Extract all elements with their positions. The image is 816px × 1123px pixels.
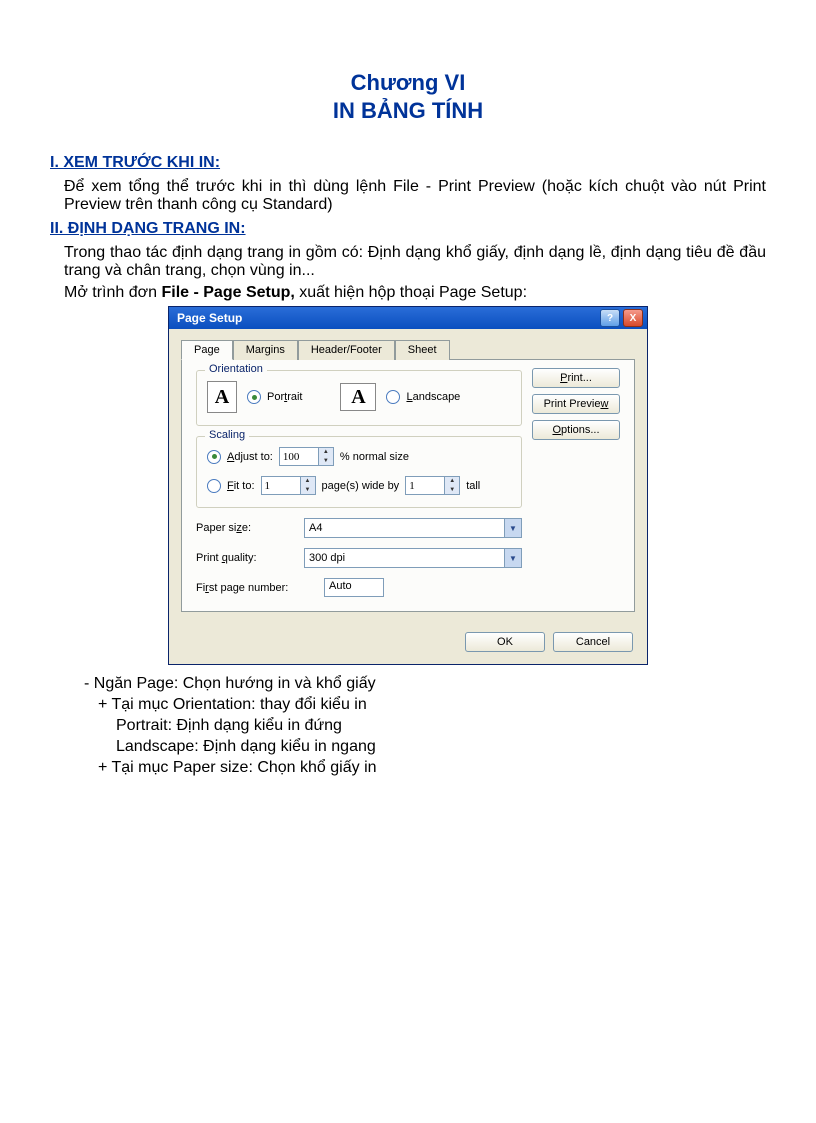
fit-wide-spinner[interactable]: ▲▼ — [261, 476, 316, 495]
tab-sheet[interactable]: Sheet — [395, 340, 450, 360]
fit-suffix: tall — [466, 480, 480, 492]
print-quality-combo[interactable]: 300 dpi ▼ — [304, 548, 522, 568]
chapter-label: Chương VI — [50, 70, 766, 96]
scaling-group: Scaling Adjust to: ▲▼ % normal size — [196, 436, 522, 508]
orientation-group: Orientation A Portrait A — [196, 370, 522, 426]
section-1-body: Để xem tổng thể trước khi in thì dùng lệ… — [50, 178, 766, 214]
adjust-suffix: % normal size — [340, 451, 409, 463]
chevron-up-icon[interactable]: ▲ — [301, 477, 315, 486]
portrait-label: Portrait — [267, 391, 302, 403]
page-title: IN BẢNG TÍNH — [50, 98, 766, 124]
adjust-spinner[interactable]: ▲▼ — [279, 447, 334, 466]
orientation-legend: Orientation — [205, 363, 267, 375]
print-quality-value: 300 dpi — [305, 552, 504, 564]
bullet-4: Landscape: Định dạng kiểu in ngang — [50, 738, 766, 756]
first-page-input[interactable]: Auto — [324, 578, 384, 597]
fit-mid-label: page(s) wide by — [322, 480, 400, 492]
landscape-icon: A — [340, 383, 376, 411]
close-icon[interactable]: X — [623, 309, 643, 327]
chevron-down-icon[interactable]: ▼ — [504, 519, 521, 537]
print-button[interactable]: Print... — [532, 368, 620, 388]
adjust-value[interactable] — [280, 450, 318, 464]
section-2-body-1: Trong thao tác định dạng trang in gồm có… — [50, 244, 766, 280]
fit-tall-spinner[interactable]: ▲▼ — [405, 476, 460, 495]
fit-wide-value[interactable] — [262, 479, 300, 493]
section-2-heading: II. ĐỊNH DẠNG TRANG IN: — [50, 220, 766, 238]
fit-tall-value[interactable] — [406, 479, 444, 493]
tab-margins[interactable]: Margins — [233, 340, 298, 360]
options-button[interactable]: Options... — [532, 420, 620, 440]
print-quality-label: Print quality: — [196, 552, 296, 564]
chevron-down-icon[interactable]: ▼ — [319, 457, 333, 466]
landscape-label: Landscape — [406, 391, 460, 403]
bullet-2: + Tại mục Orientation: thay đổi kiểu in — [50, 696, 766, 714]
cancel-button[interactable]: Cancel — [553, 632, 633, 652]
page-setup-dialog: Page Setup ? X Page Margins Header/Foote… — [168, 306, 648, 665]
chevron-down-icon[interactable]: ▼ — [445, 486, 459, 495]
dialog-title: Page Setup — [177, 311, 242, 325]
bullet-1: - Ngăn Page: Chọn hướng in và khổ giấy — [50, 675, 766, 693]
portrait-icon: A — [207, 381, 237, 413]
paper-size-value: A4 — [305, 522, 504, 534]
bullet-3: Portrait: Định dạng kiểu in đứng — [50, 717, 766, 735]
adjust-label: Adjust to: — [227, 451, 273, 463]
tab-page[interactable]: Page — [181, 340, 233, 360]
fit-radio[interactable] — [207, 479, 221, 493]
dialog-titlebar[interactable]: Page Setup ? X — [169, 307, 647, 329]
chevron-up-icon[interactable]: ▲ — [445, 477, 459, 486]
portrait-radio[interactable] — [247, 390, 261, 404]
scaling-legend: Scaling — [205, 429, 249, 441]
help-icon[interactable]: ? — [600, 309, 620, 327]
adjust-radio[interactable] — [207, 450, 221, 464]
fit-label: Fit to: — [227, 480, 255, 492]
tab-header-footer[interactable]: Header/Footer — [298, 340, 395, 360]
section-2-body-2: Mở trình đơn File - Page Setup, xuất hiệ… — [50, 284, 766, 302]
bullet-5: + Tại mục Paper size: Chọn khổ giấy in — [50, 759, 766, 777]
section-1-heading: I. XEM TRƯỚC KHI IN: — [50, 154, 766, 172]
ok-button[interactable]: OK — [465, 632, 545, 652]
paper-size-label: Paper size: — [196, 522, 296, 534]
first-page-label: First page number: — [196, 582, 316, 594]
chevron-down-icon[interactable]: ▼ — [301, 486, 315, 495]
chevron-up-icon[interactable]: ▲ — [319, 448, 333, 457]
print-preview-button[interactable]: Print Preview — [532, 394, 620, 414]
chevron-down-icon[interactable]: ▼ — [504, 549, 521, 567]
landscape-radio[interactable] — [386, 390, 400, 404]
paper-size-combo[interactable]: A4 ▼ — [304, 518, 522, 538]
